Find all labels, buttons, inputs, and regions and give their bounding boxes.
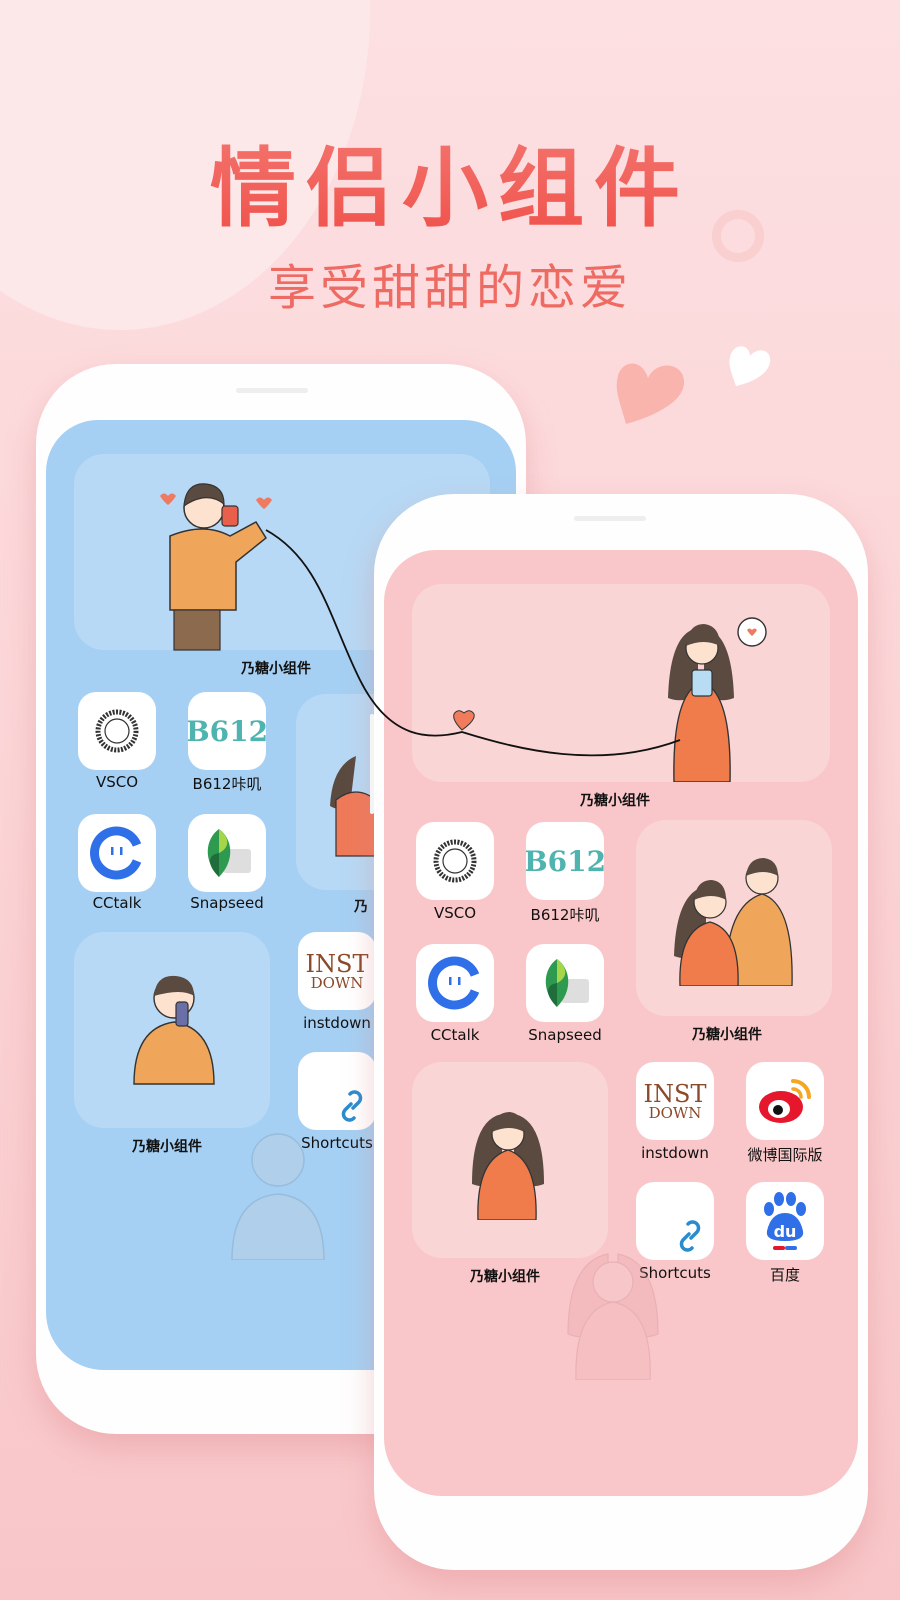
heart-icon: [616, 363, 685, 424]
cctalk-icon: [90, 826, 142, 880]
boy-ghost-illustration: [231, 1133, 325, 1260]
page-title: 情侣小组件: [0, 118, 900, 243]
girl-ghost-illustration: [567, 1253, 659, 1380]
widget-label: 乃糖小组件: [580, 793, 650, 809]
widget-label: 乃糖小组件: [692, 1027, 762, 1043]
app-label: Snapseed: [190, 894, 264, 912]
app-snapseed[interactable]: [526, 944, 604, 1022]
boy-selfie-illustration: [133, 975, 215, 1085]
shortcuts-icon: [679, 1220, 701, 1252]
widget-couple[interactable]: [636, 820, 832, 1016]
app-label: 微博国际版: [747, 1146, 823, 1164]
girl-phone-call-illustration: [668, 617, 767, 782]
app-shortcuts[interactable]: [636, 1182, 714, 1260]
app-label: CCtalk: [92, 894, 142, 912]
instdown-icon: INST DOWN: [643, 1079, 707, 1122]
vsco-icon: [433, 839, 477, 883]
app-label: VSCO: [95, 773, 139, 791]
heart-icon: [729, 346, 771, 386]
app-shortcuts[interactable]: [298, 1052, 376, 1130]
couple-hug-illustration: [674, 858, 793, 986]
instdown-icon: INST DOWN: [305, 949, 369, 992]
app-label: VSCO: [433, 904, 477, 922]
boy-phone-call-illustration: [160, 483, 272, 651]
app-baidu[interactable]: du: [746, 1182, 824, 1260]
weibo-icon: [759, 1079, 811, 1123]
widget-label: 乃: [354, 899, 368, 915]
app-b612[interactable]: B612: [526, 822, 604, 900]
widget-label: 乃糖小组件: [470, 1269, 540, 1285]
right-phone-mockup: 乃糖小组件 VSCO B612 B612咔叽 CCtalk Snapseed 乃…: [370, 494, 868, 1570]
girl-wave-illustration: [472, 1112, 544, 1220]
app-label: B612咔叽: [530, 906, 600, 924]
promo-page: 情侣小组件 享受甜甜的恋爱 乃糖小组件 VSCO B612 B612咔叽 CCt…: [0, 0, 900, 1600]
snapseed-icon: [207, 829, 251, 877]
b612-icon: B612: [526, 844, 604, 878]
widget-label: 乃糖小组件: [132, 1139, 202, 1155]
app-label: B612咔叽: [192, 775, 262, 793]
phone-speaker: [236, 388, 308, 393]
widget-girl-call[interactable]: [412, 584, 830, 782]
vsco-icon: [95, 709, 139, 753]
phone-speaker: [574, 516, 646, 521]
baidu-icon: du: [764, 1192, 806, 1250]
cctalk-icon: [428, 956, 480, 1010]
side-button: [370, 714, 374, 814]
app-label: 百度: [769, 1266, 800, 1284]
snapseed-icon: [545, 959, 589, 1007]
svg-text:du: du: [774, 1222, 797, 1241]
app-label: Snapseed: [528, 1026, 602, 1044]
app-b612[interactable]: B612: [188, 692, 266, 770]
widget-boy-selfie[interactable]: [74, 932, 270, 1128]
app-instdown[interactable]: INST DOWN: [298, 932, 376, 1010]
right-phone-screen: 乃糖小组件 VSCO B612 B612咔叽 CCtalk Snapseed 乃…: [384, 550, 858, 1496]
app-cctalk[interactable]: [78, 814, 156, 892]
page-subtitle: 享受甜甜的恋爱: [267, 260, 632, 316]
app-weibo[interactable]: [746, 1062, 824, 1140]
widget-label: 乃糖小组件: [241, 661, 311, 677]
widget-girl-wave[interactable]: [412, 1062, 608, 1258]
app-vsco[interactable]: [416, 822, 494, 900]
app-label: CCtalk: [430, 1026, 480, 1044]
app-cctalk[interactable]: [416, 944, 494, 1022]
app-vsco[interactable]: [78, 692, 156, 770]
app-snapseed[interactable]: [188, 814, 266, 892]
app-label: instdown: [641, 1144, 709, 1162]
app-instdown[interactable]: INST DOWN: [636, 1062, 714, 1140]
b612-icon: B612: [188, 714, 266, 748]
shortcuts-icon: [341, 1090, 363, 1122]
